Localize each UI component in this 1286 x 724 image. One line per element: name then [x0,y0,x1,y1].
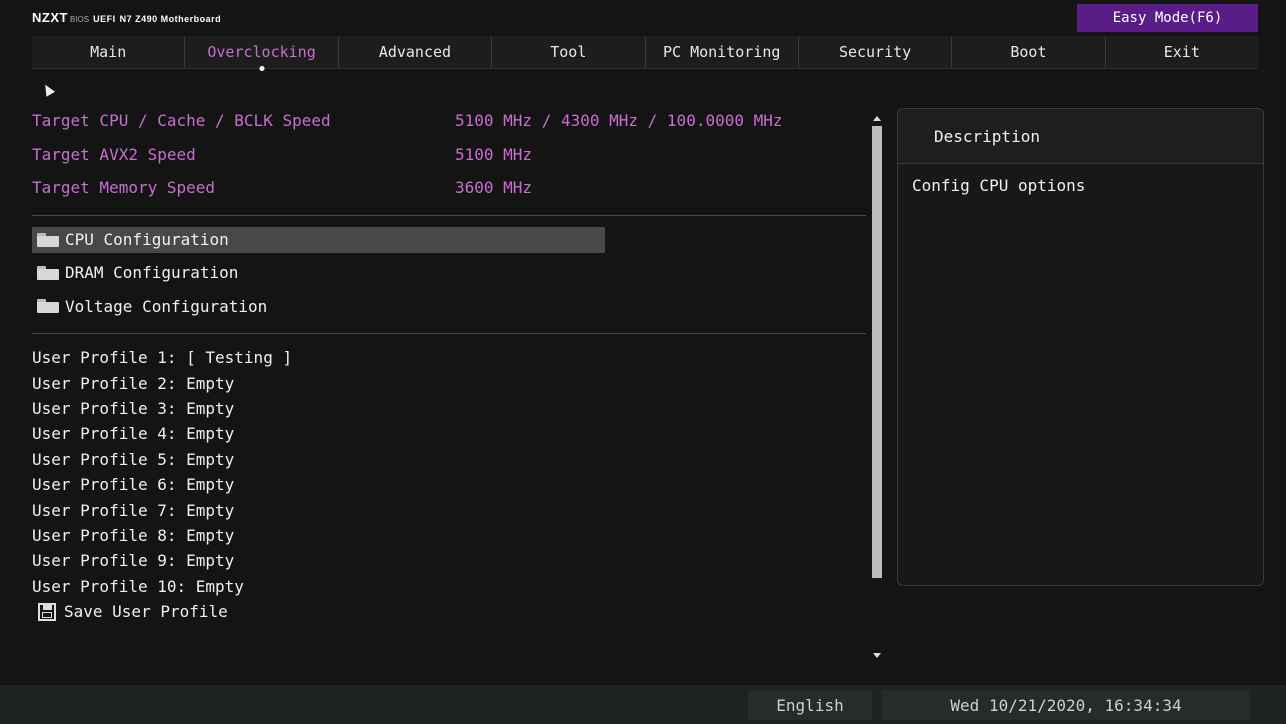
easy-mode-button[interactable]: Easy Mode(F6) [1077,4,1258,32]
motherboard-model: N7 Z490 Motherboard [119,14,222,24]
brand-name: NZXT [32,10,68,25]
target-cpu-speed-label: Target CPU / Cache / BCLK Speed [32,111,331,131]
scrollbar-thumb[interactable] [872,126,882,578]
folder-icon [37,232,59,247]
user-profile-8[interactable]: User Profile 8: Empty [32,523,866,548]
main-tabs: Main Overclocking Advanced Tool PC Monit… [32,36,1258,69]
user-profile-6[interactable]: User Profile 6: Empty [32,472,866,497]
bios-label: BIOS [69,15,90,24]
user-profile-4[interactable]: User Profile 4: Empty [32,421,866,446]
tab-overclocking[interactable]: Overclocking [185,36,339,68]
user-profile-5[interactable]: User Profile 5: Empty [32,447,866,472]
cpu-configuration-label: CPU Configuration [65,230,229,249]
target-cpu-speed-value: 5100 MHz / 4300 MHz / 100.0000 MHz [455,111,783,131]
cpu-configuration-item[interactable]: CPU Configuration [32,226,605,253]
user-profile-7[interactable]: User Profile 7: Empty [32,497,866,522]
top-bar: NZXT BIOS UEFI N7 Z490 Motherboard Easy Mod… [0,0,1286,36]
description-title: Description [898,109,1263,164]
uefi-label: UEFI [93,14,116,24]
dram-configuration-label: DRAM Configuration [65,263,239,283]
target-memory-speed-label: Target Memory Speed [32,178,216,198]
dram-configuration-item[interactable]: DRAM Configuration [32,256,866,290]
settings-list: Target CPU / Cache / BCLK Speed 5100 MHz… [32,104,866,624]
voltage-configuration-label: Voltage Configuration [65,296,268,316]
mouse-cursor-icon [40,82,56,97]
tab-security[interactable]: Security [798,36,953,68]
target-avx2-speed-label: Target AVX2 Speed [32,144,196,164]
tab-main[interactable]: Main [32,36,186,68]
target-cpu-speed-row: Target CPU / Cache / BCLK Speed 5100 MHz… [32,104,866,138]
folder-icon [37,299,59,314]
description-text: Config CPU options [912,176,1086,195]
target-avx2-speed-row: Target AVX2 Speed 5100 MHz [32,138,866,172]
save-user-profile-label: Save User Profile [64,602,228,622]
user-profile-9[interactable]: User Profile 9: Empty [32,548,866,573]
description-panel: Description Config CPU options [897,108,1264,586]
status-bar: English Wed 10/21/2020, 16:34:34 [0,685,1286,724]
save-user-profile-button[interactable]: Save User Profile [32,599,866,624]
user-profile-2[interactable]: User Profile 2: Empty [32,370,866,395]
tab-advanced[interactable]: Advanced [338,36,493,68]
brand-logo: NZXT BIOS UEFI N7 Z490 Motherboard [32,10,221,25]
tab-pc-monitoring[interactable]: PC Monitoring [645,36,799,68]
language-selector[interactable]: English [748,690,872,720]
voltage-configuration-item[interactable]: Voltage Configuration [32,290,866,324]
scrollbar[interactable] [871,114,883,660]
target-memory-speed-value: 3600 MHz [455,178,533,198]
target-memory-speed-row: Target Memory Speed 3600 MHz [32,171,866,205]
divider [32,333,866,334]
folder-icon [37,265,59,280]
user-profile-10[interactable]: User Profile 10: Empty [32,574,866,599]
floppy-icon [38,602,56,621]
divider [32,214,866,216]
scroll-up-arrow-icon[interactable] [873,116,881,121]
target-avx2-speed-value: 5100 MHz [455,144,533,164]
tab-exit[interactable]: Exit [1105,36,1258,68]
tab-tool[interactable]: Tool [492,36,646,68]
date-time-display: Wed 10/21/2020, 16:34:34 [882,690,1250,720]
user-profile-1[interactable]: User Profile 1: [ Testing ] [32,345,866,370]
tab-boot[interactable]: Boot [952,36,1106,68]
user-profile-3[interactable]: User Profile 3: Empty [32,396,866,421]
scroll-down-arrow-icon[interactable] [873,653,881,658]
